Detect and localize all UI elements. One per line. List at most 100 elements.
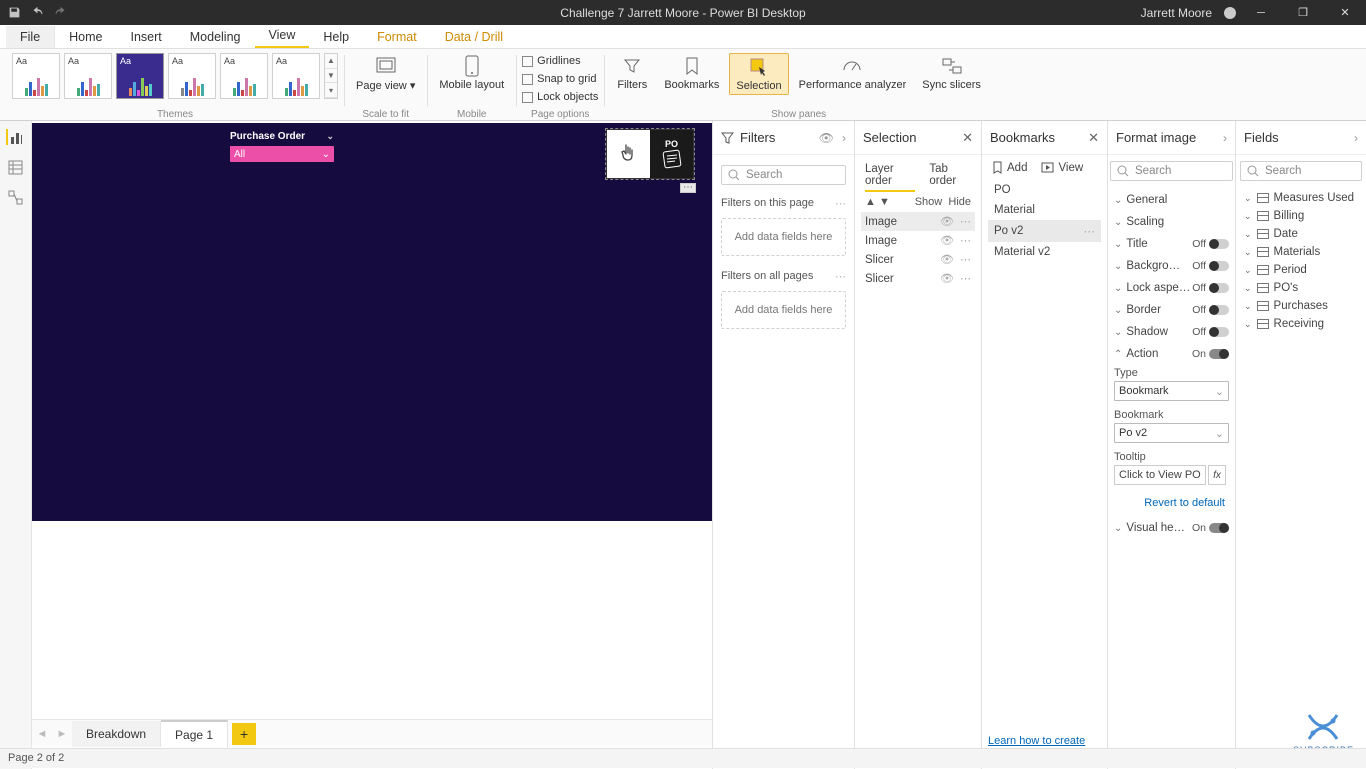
collapse-icon[interactable]: › bbox=[842, 131, 846, 145]
toggle[interactable] bbox=[1209, 261, 1229, 271]
slicer-dropdown[interactable]: All⌄ bbox=[230, 146, 334, 162]
more-icon[interactable]: ⋯ bbox=[960, 272, 971, 285]
minimize-button[interactable]: ─ bbox=[1244, 0, 1278, 25]
bookmark-item[interactable]: PO bbox=[988, 180, 1101, 200]
revert-link[interactable]: Revert to default bbox=[1108, 491, 1235, 517]
avatar[interactable] bbox=[1224, 7, 1236, 19]
theme-swatch[interactable]: Aa bbox=[12, 53, 60, 99]
tab-home[interactable]: Home bbox=[55, 26, 116, 48]
page-tab-active[interactable]: Page 1 bbox=[161, 720, 228, 748]
format-search[interactable]: Search bbox=[1110, 161, 1233, 181]
field-table[interactable]: ⌄PO's bbox=[1238, 279, 1364, 297]
field-table[interactable]: ⌄Materials bbox=[1238, 243, 1364, 261]
fmt-general[interactable]: ⌄General bbox=[1108, 189, 1235, 211]
selection-pane-button[interactable]: Selection bbox=[729, 53, 788, 95]
filters-dropzone[interactable]: Add data fields here bbox=[721, 291, 846, 329]
bookmark-item-selected[interactable]: Po v2⋯ bbox=[988, 220, 1101, 242]
tooltip-input[interactable]: Click to View PO bbox=[1114, 465, 1206, 485]
hidden-icon[interactable]: 👁 bbox=[940, 253, 954, 266]
toggle[interactable] bbox=[1209, 349, 1229, 359]
tab-format[interactable]: Format bbox=[363, 26, 431, 48]
bookmark-item[interactable]: Material bbox=[988, 200, 1101, 220]
filters-dropzone[interactable]: Add data fields here bbox=[721, 218, 846, 256]
move-down-icon[interactable]: ▼ bbox=[879, 196, 890, 208]
tab-data-drill[interactable]: Data / Drill bbox=[431, 26, 517, 48]
file-tab[interactable]: File bbox=[6, 26, 55, 48]
tab-insert[interactable]: Insert bbox=[117, 26, 176, 48]
visible-icon[interactable]: 👁 bbox=[940, 234, 954, 247]
gridlines-checkbox[interactable]: Gridlines bbox=[522, 52, 598, 70]
eye-icon[interactable]: 👁 bbox=[819, 131, 834, 145]
visual-menu-icon[interactable]: ⋯ bbox=[680, 183, 696, 193]
page-tab[interactable]: Breakdown bbox=[72, 721, 161, 747]
user-name[interactable]: Jarrett Moore bbox=[1141, 6, 1212, 20]
more-icon[interactable]: ⋯ bbox=[960, 215, 971, 228]
performance-analyzer-button[interactable]: Performance analyzer bbox=[793, 53, 913, 93]
redo-icon[interactable] bbox=[54, 6, 67, 19]
more-icon[interactable]: ⋯ bbox=[1084, 224, 1096, 238]
field-table[interactable]: ⌄Purchases bbox=[1238, 297, 1364, 315]
selection-item[interactable]: Slicer👁⋯ bbox=[861, 250, 975, 269]
sync-slicers-button[interactable]: Sync slicers bbox=[916, 53, 987, 93]
page-nav-prev[interactable]: ◄ bbox=[32, 728, 52, 740]
field-table[interactable]: ⌄Billing bbox=[1238, 207, 1364, 225]
theme-swatch[interactable]: Aa bbox=[168, 53, 216, 99]
theme-gallery-expand[interactable]: ▲▼▾ bbox=[324, 53, 338, 99]
report-view-icon[interactable] bbox=[6, 129, 22, 145]
fmt-background[interactable]: ⌄Backgro…Off bbox=[1108, 255, 1235, 277]
toggle[interactable] bbox=[1209, 523, 1229, 533]
filters-search[interactable]: Search bbox=[721, 165, 846, 185]
mobile-layout-button[interactable]: Mobile layout bbox=[433, 53, 510, 93]
save-icon[interactable] bbox=[8, 6, 21, 19]
bookmarks-pane-button[interactable]: Bookmarks bbox=[658, 53, 725, 93]
field-table[interactable]: ⌄Measures Used bbox=[1238, 189, 1364, 207]
close-icon[interactable]: ✕ bbox=[1088, 130, 1099, 146]
more-icon[interactable]: ⋯ bbox=[960, 234, 971, 247]
fmt-action[interactable]: ⌃ActionOn bbox=[1108, 343, 1235, 365]
page-view-button[interactable]: Page view ▾ bbox=[350, 53, 421, 94]
theme-swatch[interactable]: Aa bbox=[220, 53, 268, 99]
model-view-icon[interactable] bbox=[8, 189, 24, 205]
field-table[interactable]: ⌄Receiving bbox=[1238, 315, 1364, 333]
tab-modeling[interactable]: Modeling bbox=[176, 26, 255, 48]
toggle[interactable] bbox=[1209, 305, 1229, 315]
bookmark-item[interactable]: Material v2 bbox=[988, 242, 1101, 262]
chevron-down-icon[interactable]: ⌄ bbox=[326, 131, 334, 142]
selection-item[interactable]: Image👁⋯ bbox=[861, 212, 975, 231]
layer-order-tab[interactable]: Layer order bbox=[865, 163, 915, 192]
more-icon[interactable]: ⋯ bbox=[960, 253, 971, 266]
show-label[interactable]: Show bbox=[915, 196, 943, 208]
collapse-icon[interactable]: › bbox=[1354, 131, 1358, 145]
toggle[interactable] bbox=[1209, 239, 1229, 249]
field-table[interactable]: ⌄Period bbox=[1238, 261, 1364, 279]
fx-button[interactable]: fx bbox=[1208, 465, 1226, 485]
visible-icon[interactable]: 👁 bbox=[940, 272, 954, 285]
close-button[interactable]: ✕ bbox=[1328, 0, 1362, 25]
bookmark-select[interactable]: Po v2⌄ bbox=[1114, 423, 1229, 443]
hide-label[interactable]: Hide bbox=[948, 196, 971, 208]
report-canvas[interactable]: Purchase Order⌄ All⌄ PO ⋯ bbox=[32, 123, 712, 521]
fmt-lock-aspect[interactable]: ⌄Lock aspe…Off bbox=[1108, 277, 1235, 299]
view-bookmark-button[interactable]: View bbox=[1041, 161, 1083, 174]
add-page-button[interactable]: + bbox=[232, 723, 256, 745]
filters-pane-button[interactable]: Filters bbox=[610, 53, 654, 93]
undo-icon[interactable] bbox=[31, 6, 44, 19]
more-icon[interactable]: ⋯ bbox=[835, 270, 846, 283]
snap-checkbox[interactable]: Snap to grid bbox=[522, 70, 598, 88]
tab-view[interactable]: View bbox=[255, 24, 310, 48]
theme-swatch[interactable]: Aa bbox=[64, 53, 112, 99]
type-select[interactable]: Bookmark⌄ bbox=[1114, 381, 1229, 401]
fmt-scaling[interactable]: ⌄Scaling bbox=[1108, 211, 1235, 233]
lock-checkbox[interactable]: Lock objects bbox=[522, 88, 598, 106]
move-up-icon[interactable]: ▲ bbox=[865, 196, 876, 208]
slicer-visual[interactable]: Purchase Order⌄ All⌄ bbox=[230, 131, 334, 162]
tab-order-tab[interactable]: Tab order bbox=[929, 163, 971, 192]
field-table[interactable]: ⌄Date bbox=[1238, 225, 1364, 243]
data-view-icon[interactable] bbox=[8, 159, 24, 175]
collapse-icon[interactable]: › bbox=[1223, 131, 1227, 145]
toggle[interactable] bbox=[1209, 283, 1229, 293]
more-icon[interactable]: ⋯ bbox=[835, 197, 846, 210]
fmt-border[interactable]: ⌄BorderOff bbox=[1108, 299, 1235, 321]
theme-swatch[interactable]: Aa bbox=[272, 53, 320, 99]
selection-item[interactable]: Slicer👁⋯ bbox=[861, 269, 975, 288]
